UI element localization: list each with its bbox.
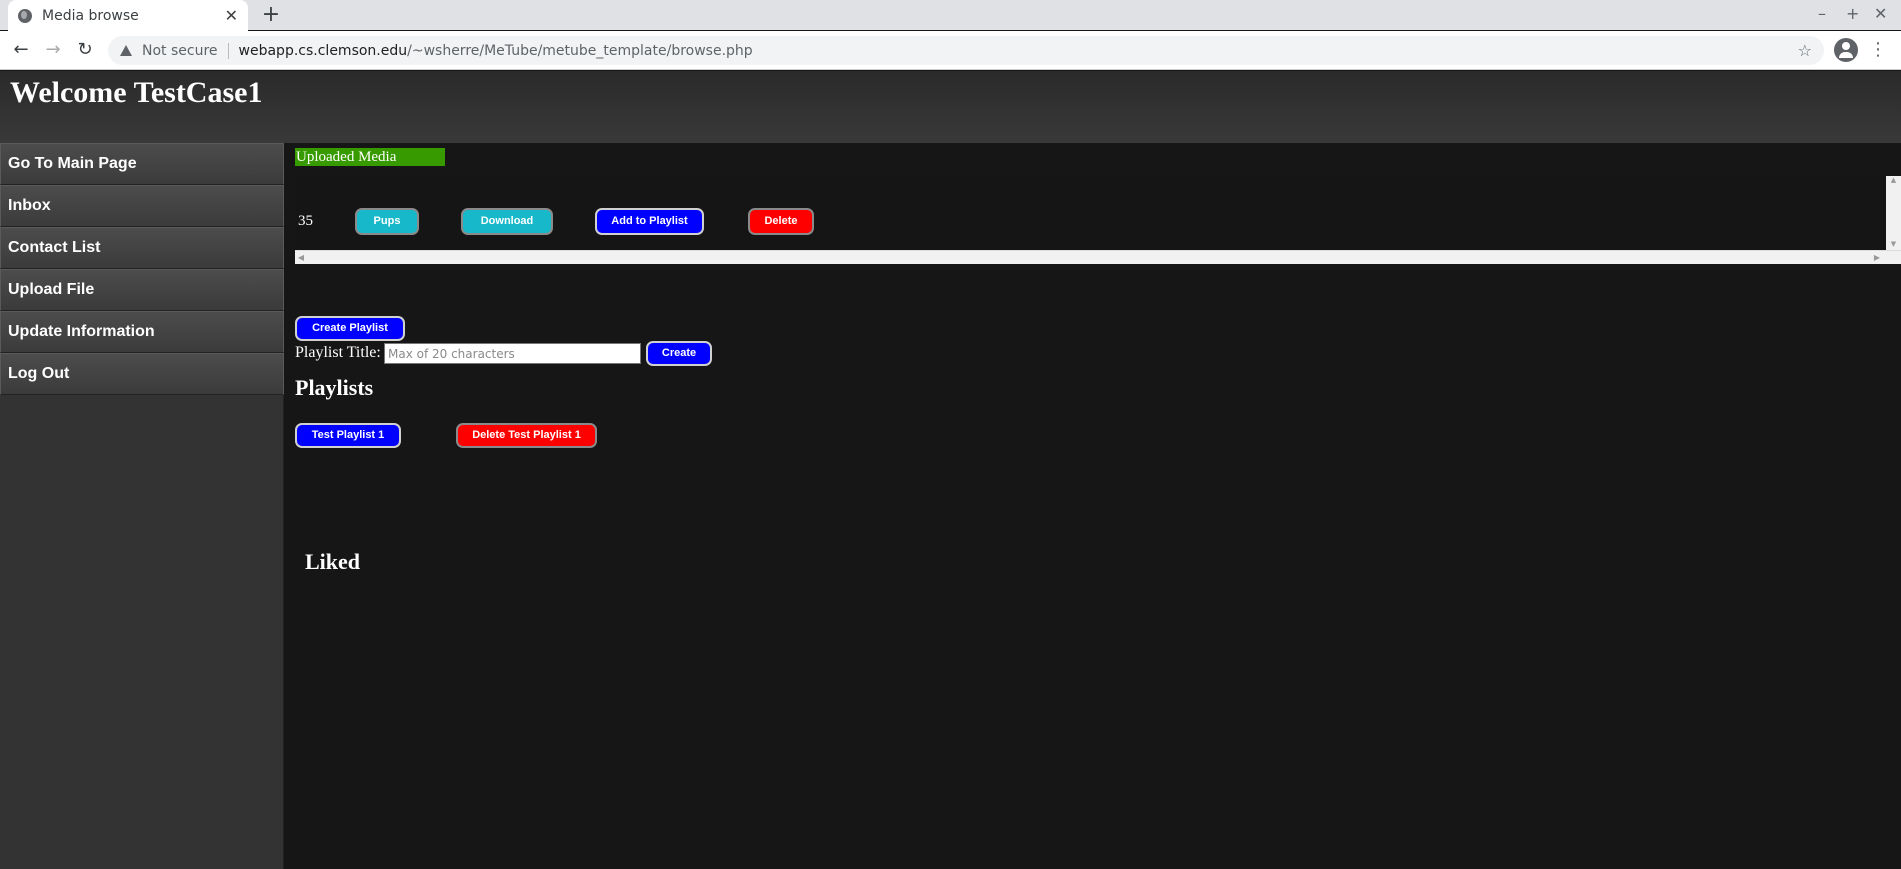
new-tab-button[interactable]: + bbox=[258, 2, 284, 28]
create-button[interactable]: Create bbox=[646, 341, 712, 366]
sidebar-item-inbox[interactable]: Inbox bbox=[0, 185, 284, 227]
tab-strip: Media browse ✕ + – + ✕ bbox=[0, 0, 1901, 31]
browser-tab[interactable]: Media browse ✕ bbox=[8, 0, 248, 31]
uploaded-media-label: Uploaded Media bbox=[295, 148, 445, 166]
horizontal-scrollbar[interactable]: ◀ ▶ bbox=[295, 250, 1901, 264]
media-id: 35 bbox=[298, 213, 313, 229]
playlist-title-input[interactable] bbox=[384, 343, 641, 364]
media-title-button[interactable]: Pups bbox=[355, 208, 419, 235]
page-header: Welcome TestCase1 bbox=[0, 71, 1901, 143]
sidebar-item-log-out[interactable]: Log Out bbox=[0, 353, 284, 395]
create-playlist-button[interactable]: Create Playlist bbox=[295, 316, 405, 341]
window-close-button[interactable]: ✕ bbox=[1874, 4, 1887, 23]
globe-icon bbox=[18, 8, 32, 23]
reload-button[interactable]: ↻ bbox=[72, 37, 98, 63]
url-host: webapp.cs.clemson.edu bbox=[238, 42, 408, 59]
tab-close-icon[interactable]: ✕ bbox=[225, 6, 238, 25]
download-button[interactable]: Download bbox=[461, 208, 553, 235]
playlists-heading: Playlists bbox=[295, 375, 374, 400]
divider bbox=[227, 42, 229, 59]
main-content: Uploaded Media 35 Pups Download Add to P… bbox=[294, 143, 1901, 869]
page: Welcome TestCase1 Go To Main Page Inbox … bbox=[0, 71, 1901, 869]
delete-playlist-button[interactable]: Delete Test Playlist 1 bbox=[456, 423, 597, 448]
vertical-scrollbar[interactable]: ▲ ▼ bbox=[1886, 176, 1901, 250]
sidebar-item-upload-file[interactable]: Upload File bbox=[0, 269, 284, 311]
delete-media-button[interactable]: Delete bbox=[748, 208, 814, 235]
address-bar[interactable]: Not secure webapp.cs.clemson.edu/~wsherr… bbox=[108, 36, 1824, 65]
security-label: Not secure bbox=[142, 42, 218, 59]
scroll-up-arrow-icon[interactable]: ▲ bbox=[1886, 176, 1901, 186]
sidebar-item-update-information[interactable]: Update Information bbox=[0, 311, 284, 353]
sidebar-item-contact-list[interactable]: Contact List bbox=[0, 227, 284, 269]
tab-title: Media browse bbox=[42, 7, 139, 24]
menu-icon[interactable]: ⋮ bbox=[1868, 37, 1888, 63]
media-list: 35 Pups Download Add to Playlist Delete bbox=[295, 176, 1901, 260]
sidebar-item-main-page[interactable]: Go To Main Page bbox=[0, 143, 284, 185]
url-path: /~wsherre/MeTube/metube_template/browse.… bbox=[407, 42, 753, 59]
back-button[interactable]: ← bbox=[8, 37, 34, 63]
sidebar: Go To Main Page Inbox Contact List Uploa… bbox=[0, 143, 284, 869]
maximize-button[interactable]: + bbox=[1846, 4, 1859, 23]
scroll-left-arrow-icon[interactable]: ◀ bbox=[295, 251, 307, 264]
scroll-right-arrow-icon[interactable]: ▶ bbox=[1871, 251, 1883, 264]
warning-icon bbox=[120, 45, 132, 56]
browser-toolbar: ← → ↻ Not secure webapp.cs.clemson.edu/~… bbox=[0, 31, 1901, 70]
scroll-down-arrow-icon[interactable]: ▼ bbox=[1886, 240, 1901, 250]
star-icon[interactable]: ☆ bbox=[1798, 41, 1812, 60]
page-title: Welcome TestCase1 bbox=[10, 76, 263, 109]
playlist-title-label: Playlist Title: bbox=[295, 344, 381, 361]
playlist-button[interactable]: Test Playlist 1 bbox=[295, 423, 401, 448]
forward-button[interactable]: → bbox=[40, 37, 66, 63]
add-to-playlist-button[interactable]: Add to Playlist bbox=[595, 208, 704, 235]
liked-heading: Liked bbox=[305, 549, 361, 574]
minimize-button[interactable]: – bbox=[1818, 4, 1826, 23]
account-icon[interactable] bbox=[1834, 38, 1858, 62]
